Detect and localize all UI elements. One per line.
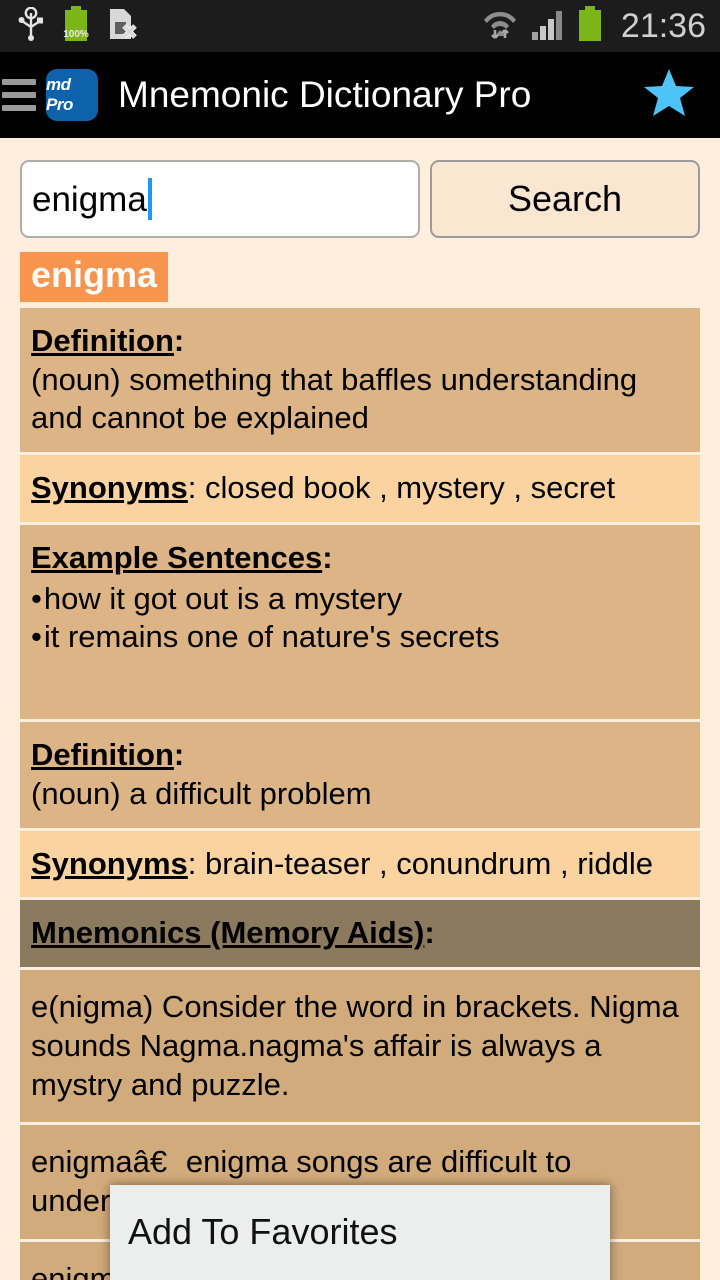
definition-text: (noun) something that baffles understand… <box>31 361 638 436</box>
list-item: how it got out is a mystery <box>31 580 690 619</box>
synonyms-label: Synonyms <box>31 845 188 881</box>
app-screen: 100% 21:36 md Pro Mnemonic Dictionary Pr… <box>0 0 720 1280</box>
definition-list: Definition: (noun) something that baffle… <box>20 307 700 1280</box>
status-bar-left-icons: 100% <box>18 5 138 47</box>
status-bar-clock: 21:36 <box>620 7 706 45</box>
hamburger-bar <box>2 79 36 85</box>
favorites-star-button[interactable] <box>642 67 696 124</box>
synonyms-colon: : <box>187 470 206 506</box>
sim-card-missing-icon <box>108 7 138 46</box>
synonyms-colon: : <box>187 845 206 881</box>
synonyms-text: brain-teaser , conundrum , riddle <box>205 845 654 881</box>
hamburger-menu-icon[interactable] <box>2 79 36 111</box>
hamburger-bar <box>2 105 36 111</box>
status-bar-right-icons: 21:36 <box>481 5 706 47</box>
search-row: enigma Search <box>0 138 720 238</box>
text-caret <box>147 178 152 220</box>
context-menu-popup: Add To Favorites <box>110 1185 610 1280</box>
mnemonics-header: Mnemonics (Memory Aids): <box>20 900 700 968</box>
list-item: it remains one of nature's secrets <box>31 618 690 657</box>
search-input[interactable]: enigma <box>20 160 420 238</box>
search-input-value: enigma <box>32 179 147 219</box>
usb-icon <box>18 6 44 46</box>
mnemonics-header-colon: : <box>424 915 435 951</box>
definition-text: (noun) a difficult problem <box>31 775 372 811</box>
definition-label: Definition <box>31 737 174 773</box>
synonyms-label: Synonyms <box>31 470 188 506</box>
hamburger-bar <box>2 92 36 98</box>
search-button[interactable]: Search <box>430 160 700 238</box>
svg-text:100%: 100% <box>63 29 89 40</box>
mnemonics-header-label: Mnemonics (Memory Aids) <box>31 915 425 951</box>
synonyms-row[interactable]: Synonyms: brain-teaser , conundrum , rid… <box>20 830 700 898</box>
definition-row[interactable]: Definition: (noun) something that baffle… <box>20 307 700 453</box>
example-sentences-label: Example Sentences <box>31 539 323 575</box>
word-badge: enigma <box>20 252 169 302</box>
wifi-icon <box>481 6 519 47</box>
app-logo: md Pro <box>46 69 98 121</box>
mnemonic-row[interactable]: e(nigma) Consider the word in brackets. … <box>20 970 700 1123</box>
definition-colon: : <box>173 322 185 358</box>
cellular-signal-icon <box>531 7 565 46</box>
example-sentences-list: how it got out is a mystery it remains o… <box>31 580 690 658</box>
synonyms-row[interactable]: Synonyms: closed book , mystery , secret <box>20 455 700 522</box>
status-bar: 100% 21:36 <box>0 0 720 52</box>
definition-colon: : <box>173 737 185 773</box>
battery-icon <box>577 5 603 47</box>
definition-label: Definition <box>31 322 174 358</box>
action-bar: md Pro Mnemonic Dictionary Pro <box>0 52 720 138</box>
definition-row[interactable]: Definition: (noun) a difficult problem <box>20 722 700 828</box>
example-sentences-colon: : <box>322 539 333 575</box>
battery-charging-icon: 100% <box>62 5 90 47</box>
page-title: Mnemonic Dictionary Pro <box>118 74 532 115</box>
star-icon <box>642 67 696 124</box>
synonyms-text: closed book , mystery , secret <box>205 470 616 506</box>
add-to-favorites-menu-item[interactable]: Add To Favorites <box>128 1211 397 1253</box>
example-sentences-row[interactable]: Example Sentences: how it got out is a m… <box>20 524 700 720</box>
